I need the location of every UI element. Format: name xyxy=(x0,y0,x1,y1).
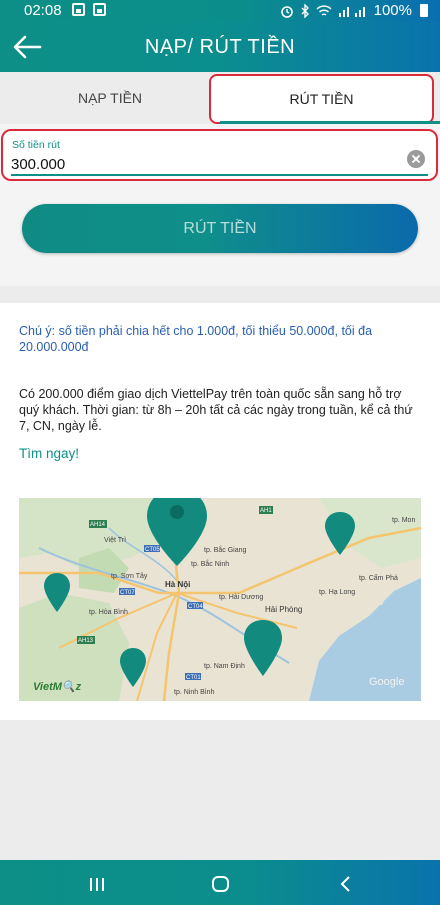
wifi-icon xyxy=(316,4,332,16)
status-bar: 02:08 100% xyxy=(0,0,440,22)
page-title: NẠP/ RÚT TIỀN xyxy=(144,36,296,58)
google-logo: Google xyxy=(369,676,404,688)
map-canvas: AH14 AH1 AH13 CT05 CT04 CT01 CT07 Việt T… xyxy=(19,498,421,701)
battery-percent: 100% xyxy=(373,2,412,19)
amount-underline xyxy=(11,174,428,176)
app-bar: NẠP/ RÚT TIỀN xyxy=(0,22,440,72)
signal-icon xyxy=(338,6,365,17)
back-nav-button[interactable] xyxy=(326,868,366,898)
recent-apps-button[interactable] xyxy=(77,868,117,898)
map-place: tp. Hải Dương xyxy=(219,594,263,601)
gallery-icon xyxy=(72,3,85,16)
battery-icon xyxy=(420,4,428,17)
map-place: tp. Mon xyxy=(392,517,415,524)
road-label: AH14 xyxy=(90,522,106,528)
map-place: tp. Hạ Long xyxy=(319,589,355,596)
amount-label: Số tiền rút xyxy=(12,139,60,151)
map-place: tp. Hòa Bình xyxy=(89,609,128,616)
withdraw-note: Chú ý: số tiền phải chia hết cho 1.000đ,… xyxy=(19,324,373,354)
road-label: CT01 xyxy=(186,675,201,681)
map-place: tp. Nam Định xyxy=(204,663,245,670)
find-now-link[interactable]: Tìm ngay! xyxy=(19,446,79,461)
notification-icons xyxy=(72,3,106,16)
clear-icon[interactable] xyxy=(407,150,425,168)
map-place: tp. Sơn Tây xyxy=(111,573,148,580)
road-label: CT05 xyxy=(145,547,160,553)
road-label: AH13 xyxy=(78,638,94,644)
bluetooth-icon xyxy=(301,3,309,18)
map-brand-logo: VietM🔍z xyxy=(33,679,82,693)
tab-deposit[interactable]: NẠP TIỀN xyxy=(0,72,220,124)
map-place: Việt Trì xyxy=(104,537,126,544)
recent-apps-icon xyxy=(90,878,104,891)
road-label: AH1 xyxy=(260,508,272,514)
map-place: tp. Bắc Ninh xyxy=(191,559,229,568)
withdraw-button[interactable]: RÚT TIỀN xyxy=(22,204,418,253)
map-place: tp. Bắc Giang xyxy=(204,545,247,554)
tab-withdraw[interactable]: RÚT TIỀN xyxy=(209,74,434,124)
map-place: tp. Ninh Bình xyxy=(174,689,215,696)
location-map[interactable]: AH14 AH1 AH13 CT05 CT04 CT01 CT07 Việt T… xyxy=(19,498,421,701)
system-nav-bar xyxy=(0,860,440,905)
alarm-icon xyxy=(280,5,293,18)
home-icon xyxy=(212,876,229,892)
road-label: CT07 xyxy=(120,590,135,596)
tab-bar: NẠP TIỀN RÚT TIỀN xyxy=(0,72,440,124)
map-place: tp. Cẩm Phả xyxy=(359,574,398,582)
amount-field[interactable]: Số tiền rút xyxy=(1,129,438,181)
home-button[interactable] xyxy=(200,868,240,898)
map-place: Hà Nội xyxy=(165,580,190,589)
service-description: Có 200.000 điểm giao dịch ViettelPay trê… xyxy=(19,387,413,433)
map-place: Hải Phòng xyxy=(265,605,302,614)
app-notification-icon xyxy=(93,3,106,16)
status-right: 100% xyxy=(280,2,428,19)
amount-input[interactable] xyxy=(11,153,391,175)
road-label: CT04 xyxy=(188,604,203,610)
status-time: 02:08 xyxy=(24,2,62,19)
chevron-left-icon xyxy=(340,876,350,892)
